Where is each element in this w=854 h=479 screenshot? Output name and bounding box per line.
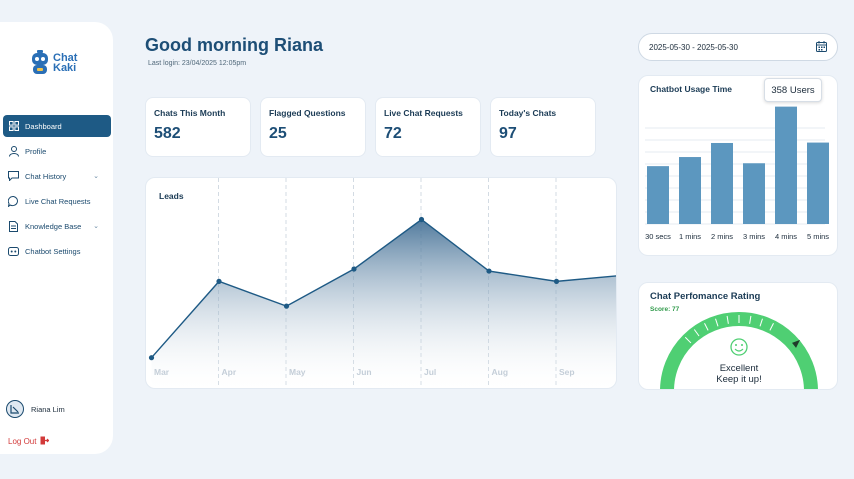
sidebar-item-label: Knowledge Base (25, 221, 82, 231)
usage-tick-label: 2 mins (711, 232, 733, 241)
sidebar-item-label: Chatbot Settings (25, 246, 81, 256)
leads-tick-label: Jun (357, 367, 372, 377)
leads-point (486, 268, 492, 274)
stat-label: Today's Chats (499, 108, 557, 118)
sidebar-item-label: Live Chat Requests (25, 196, 91, 206)
smiley-icon (730, 338, 748, 356)
logout-button[interactable]: Log Out (8, 436, 50, 447)
leads-point (418, 216, 425, 223)
leads-point (553, 278, 560, 284)
leads-point (148, 355, 155, 361)
rating-status: Excellent (719, 363, 759, 374)
usage-bar (647, 166, 669, 224)
leads-tick-label: Apr (222, 367, 237, 377)
document-icon (8, 220, 19, 232)
sidebar-item-label: Profile (25, 146, 47, 156)
avatar (6, 400, 24, 418)
leads-point (216, 278, 222, 284)
sidebar-item-live-chat-requests[interactable]: Live Chat Requests (3, 190, 111, 212)
usage-bar (775, 106, 797, 224)
leads-chart-card: Leads Mar Apr May Jun Jul Aug Sep (145, 177, 617, 389)
stat-card-live-chat-requests[interactable]: Live Chat Requests 72 (375, 97, 481, 157)
rating-message: Keep it up! (716, 374, 762, 385)
leads-tick-label: Mar (154, 367, 170, 377)
stat-card-chats-this-month[interactable]: Chats This Month 582 (145, 97, 251, 157)
stat-value: 97 (499, 125, 517, 142)
user-icon (8, 145, 19, 157)
sidebar: Chat Kaki Dashboard Profile Chat History… (0, 22, 113, 454)
last-login: Last login: 23/04/2025 12:05pm (148, 60, 247, 67)
stat-label: Live Chat Requests (384, 108, 463, 118)
date-range-value: 2025-05-30 - 2025-05-30 (649, 42, 738, 52)
leads-chart: Mar Apr May Jun Jul Aug Sep (148, 178, 616, 388)
leads-tick-label: May (289, 367, 306, 377)
grid-icon (8, 121, 19, 132)
usage-chart-card: Chatbot Usage Time 30 secs 1 mins 2 mins 3 … (638, 75, 838, 256)
usage-bar (711, 142, 733, 224)
sidebar-nav: Dashboard Profile Chat History ⌄ Live Ch… (3, 115, 111, 265)
usage-tick-label: 3 mins (743, 232, 765, 241)
robot-logo-icon (32, 50, 48, 74)
stat-label: Flagged Questions (269, 108, 346, 118)
leads-point (351, 266, 357, 272)
user-profile[interactable]: Riana Lim (6, 400, 65, 418)
brand-line2: Kaki (53, 62, 77, 74)
leads-tick-label: Aug (492, 367, 509, 377)
logout-icon (40, 436, 50, 447)
user-name: Riana Lim (31, 404, 65, 414)
chevron-down-icon[interactable]: ⌄ (93, 222, 99, 230)
usage-tick-label: 5 mins (807, 232, 829, 241)
sidebar-item-profile[interactable]: Profile (3, 140, 111, 162)
sidebar-item-label: Chat History (25, 171, 67, 181)
page-title: Good morning Riana (145, 35, 323, 55)
usage-bar (743, 163, 765, 224)
chevron-down-icon[interactable]: ⌄ (93, 172, 99, 180)
usage-bar (679, 157, 701, 224)
leads-point (283, 303, 290, 309)
chatkaki-logo[interactable]: Chat Kaki (30, 50, 77, 76)
sidebar-item-knowledge-base[interactable]: Knowledge Base ⌄ (3, 215, 111, 237)
sidebar-item-chat-history[interactable]: Chat History ⌄ (3, 165, 111, 187)
leads-area (151, 219, 616, 388)
chat-icon (8, 171, 19, 182)
usage-tick-label: 30 secs (645, 232, 671, 241)
calendar-icon[interactable] (816, 40, 827, 54)
stat-value: 25 (269, 125, 287, 142)
sidebar-item-label: Dashboard (25, 121, 62, 131)
date-range-picker[interactable]: 2025-05-30 - 2025-05-30 (638, 33, 838, 61)
sidebar-item-chatbot-settings[interactable]: Chatbot Settings (3, 240, 111, 262)
stat-value: 72 (384, 125, 402, 142)
stat-value: 582 (154, 125, 181, 142)
chart-tooltip: 358 Users (764, 78, 822, 102)
stat-card-flagged-questions[interactable]: Flagged Questions 25 (260, 97, 366, 157)
settings-icon (8, 246, 19, 257)
usage-tick-label: 1 mins (679, 232, 701, 241)
leads-tick-label: Sep (559, 367, 575, 377)
stat-label: Chats This Month (154, 108, 226, 118)
usage-bar (807, 142, 829, 224)
rating-card: Chat Perfomance Rating Score: 77 Excelle… (638, 282, 838, 390)
logout-label: Log Out (8, 437, 37, 446)
leads-tick-label: Jul (424, 367, 436, 377)
stat-card-todays-chats[interactable]: Today's Chats 97 (490, 97, 596, 157)
chat-bubble-icon (8, 195, 19, 207)
sidebar-item-dashboard[interactable]: Dashboard (3, 115, 111, 137)
usage-chart: 30 secs 1 mins 2 mins 3 mins 4 mins 5 mins (645, 106, 829, 241)
usage-tick-label: 4 mins (775, 232, 797, 241)
